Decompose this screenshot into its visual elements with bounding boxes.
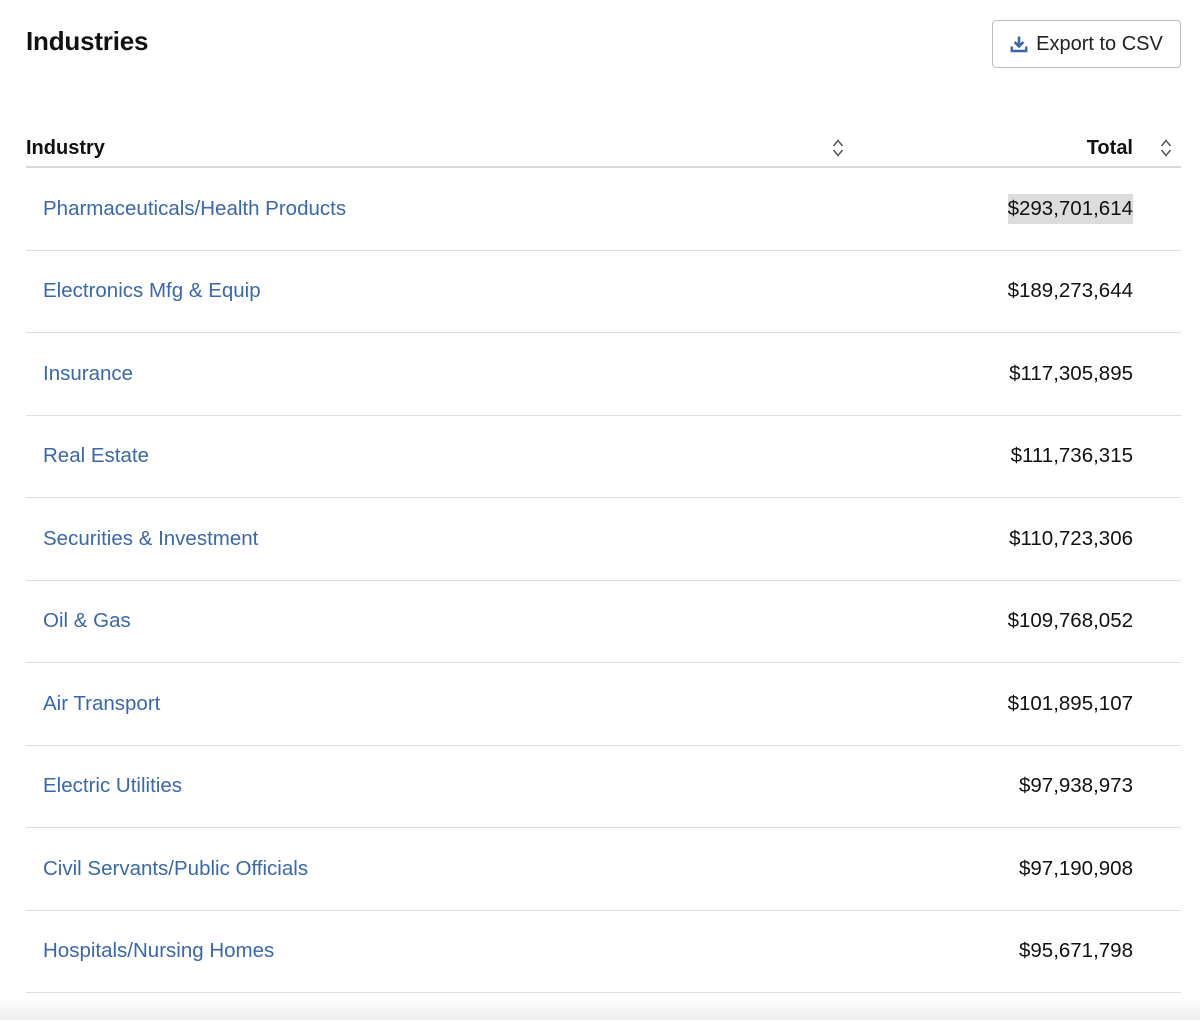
industry-link[interactable]: Real Estate	[43, 444, 149, 468]
export-csv-button[interactable]: Export to CSV	[992, 20, 1181, 68]
table-row: Electric Utilities $97,938,973	[26, 746, 1181, 828]
total-amount: $97,190,908	[1018, 856, 1133, 880]
table-body: Pharmaceuticals/Health Products $293,701…	[26, 168, 1181, 993]
total-amount: $189,273,644	[1007, 279, 1133, 303]
sort-icon[interactable]	[1159, 138, 1173, 158]
column-header-total[interactable]: Total	[1087, 137, 1133, 160]
industry-link[interactable]: Hospitals/Nursing Homes	[43, 939, 274, 963]
industry-link[interactable]: Oil & Gas	[43, 609, 131, 633]
download-icon	[1010, 35, 1028, 53]
page-title: Industries	[26, 26, 149, 56]
table-row: Pharmaceuticals/Health Products $293,701…	[26, 168, 1181, 251]
industry-link[interactable]: Electronics Mfg & Equip	[43, 279, 261, 303]
total-amount: $111,736,315	[1010, 444, 1133, 468]
industry-link[interactable]: Civil Servants/Public Officials	[43, 857, 308, 881]
industry-link[interactable]: Insurance	[43, 362, 133, 386]
industries-table: Industry Total Pharmaceuticals/Health Pr…	[26, 128, 1181, 993]
industry-link[interactable]: Air Transport	[43, 692, 160, 716]
total-amount: $109,768,052	[1007, 609, 1133, 633]
total-amount: $95,671,798	[1018, 939, 1133, 963]
industry-link[interactable]: Pharmaceuticals/Health Products	[43, 197, 346, 221]
sort-icon[interactable]	[831, 138, 845, 158]
total-amount: $101,895,107	[1007, 691, 1133, 715]
total-amount: $293,701,614	[1007, 193, 1133, 224]
total-amount: $97,938,973	[1018, 774, 1133, 798]
total-amount: $117,305,895	[1009, 361, 1133, 385]
table-row: Air Transport $101,895,107	[26, 663, 1181, 746]
total-amount: $110,723,306	[1009, 526, 1133, 550]
table-row: Real Estate $111,736,315	[26, 416, 1181, 498]
table-row: Insurance $117,305,895	[26, 333, 1181, 416]
table-row: Civil Servants/Public Officials $97,190,…	[26, 828, 1181, 911]
bottom-fade	[0, 998, 1200, 1020]
export-csv-label: Export to CSV	[1036, 32, 1163, 55]
table-row: Oil & Gas $109,768,052	[26, 581, 1181, 663]
table-row: Securities & Investment $110,723,306	[26, 498, 1181, 581]
table-row: Electronics Mfg & Equip $189,273,644	[26, 251, 1181, 333]
column-header-industry[interactable]: Industry	[26, 137, 105, 160]
table-row: Hospitals/Nursing Homes $95,671,798	[26, 911, 1181, 993]
table-header: Industry Total	[26, 128, 1181, 168]
industries-page: Industries Export to CSV Industry Total	[0, 0, 1200, 1020]
industry-link[interactable]: Electric Utilities	[43, 774, 182, 798]
industry-link[interactable]: Securities & Investment	[43, 527, 258, 551]
